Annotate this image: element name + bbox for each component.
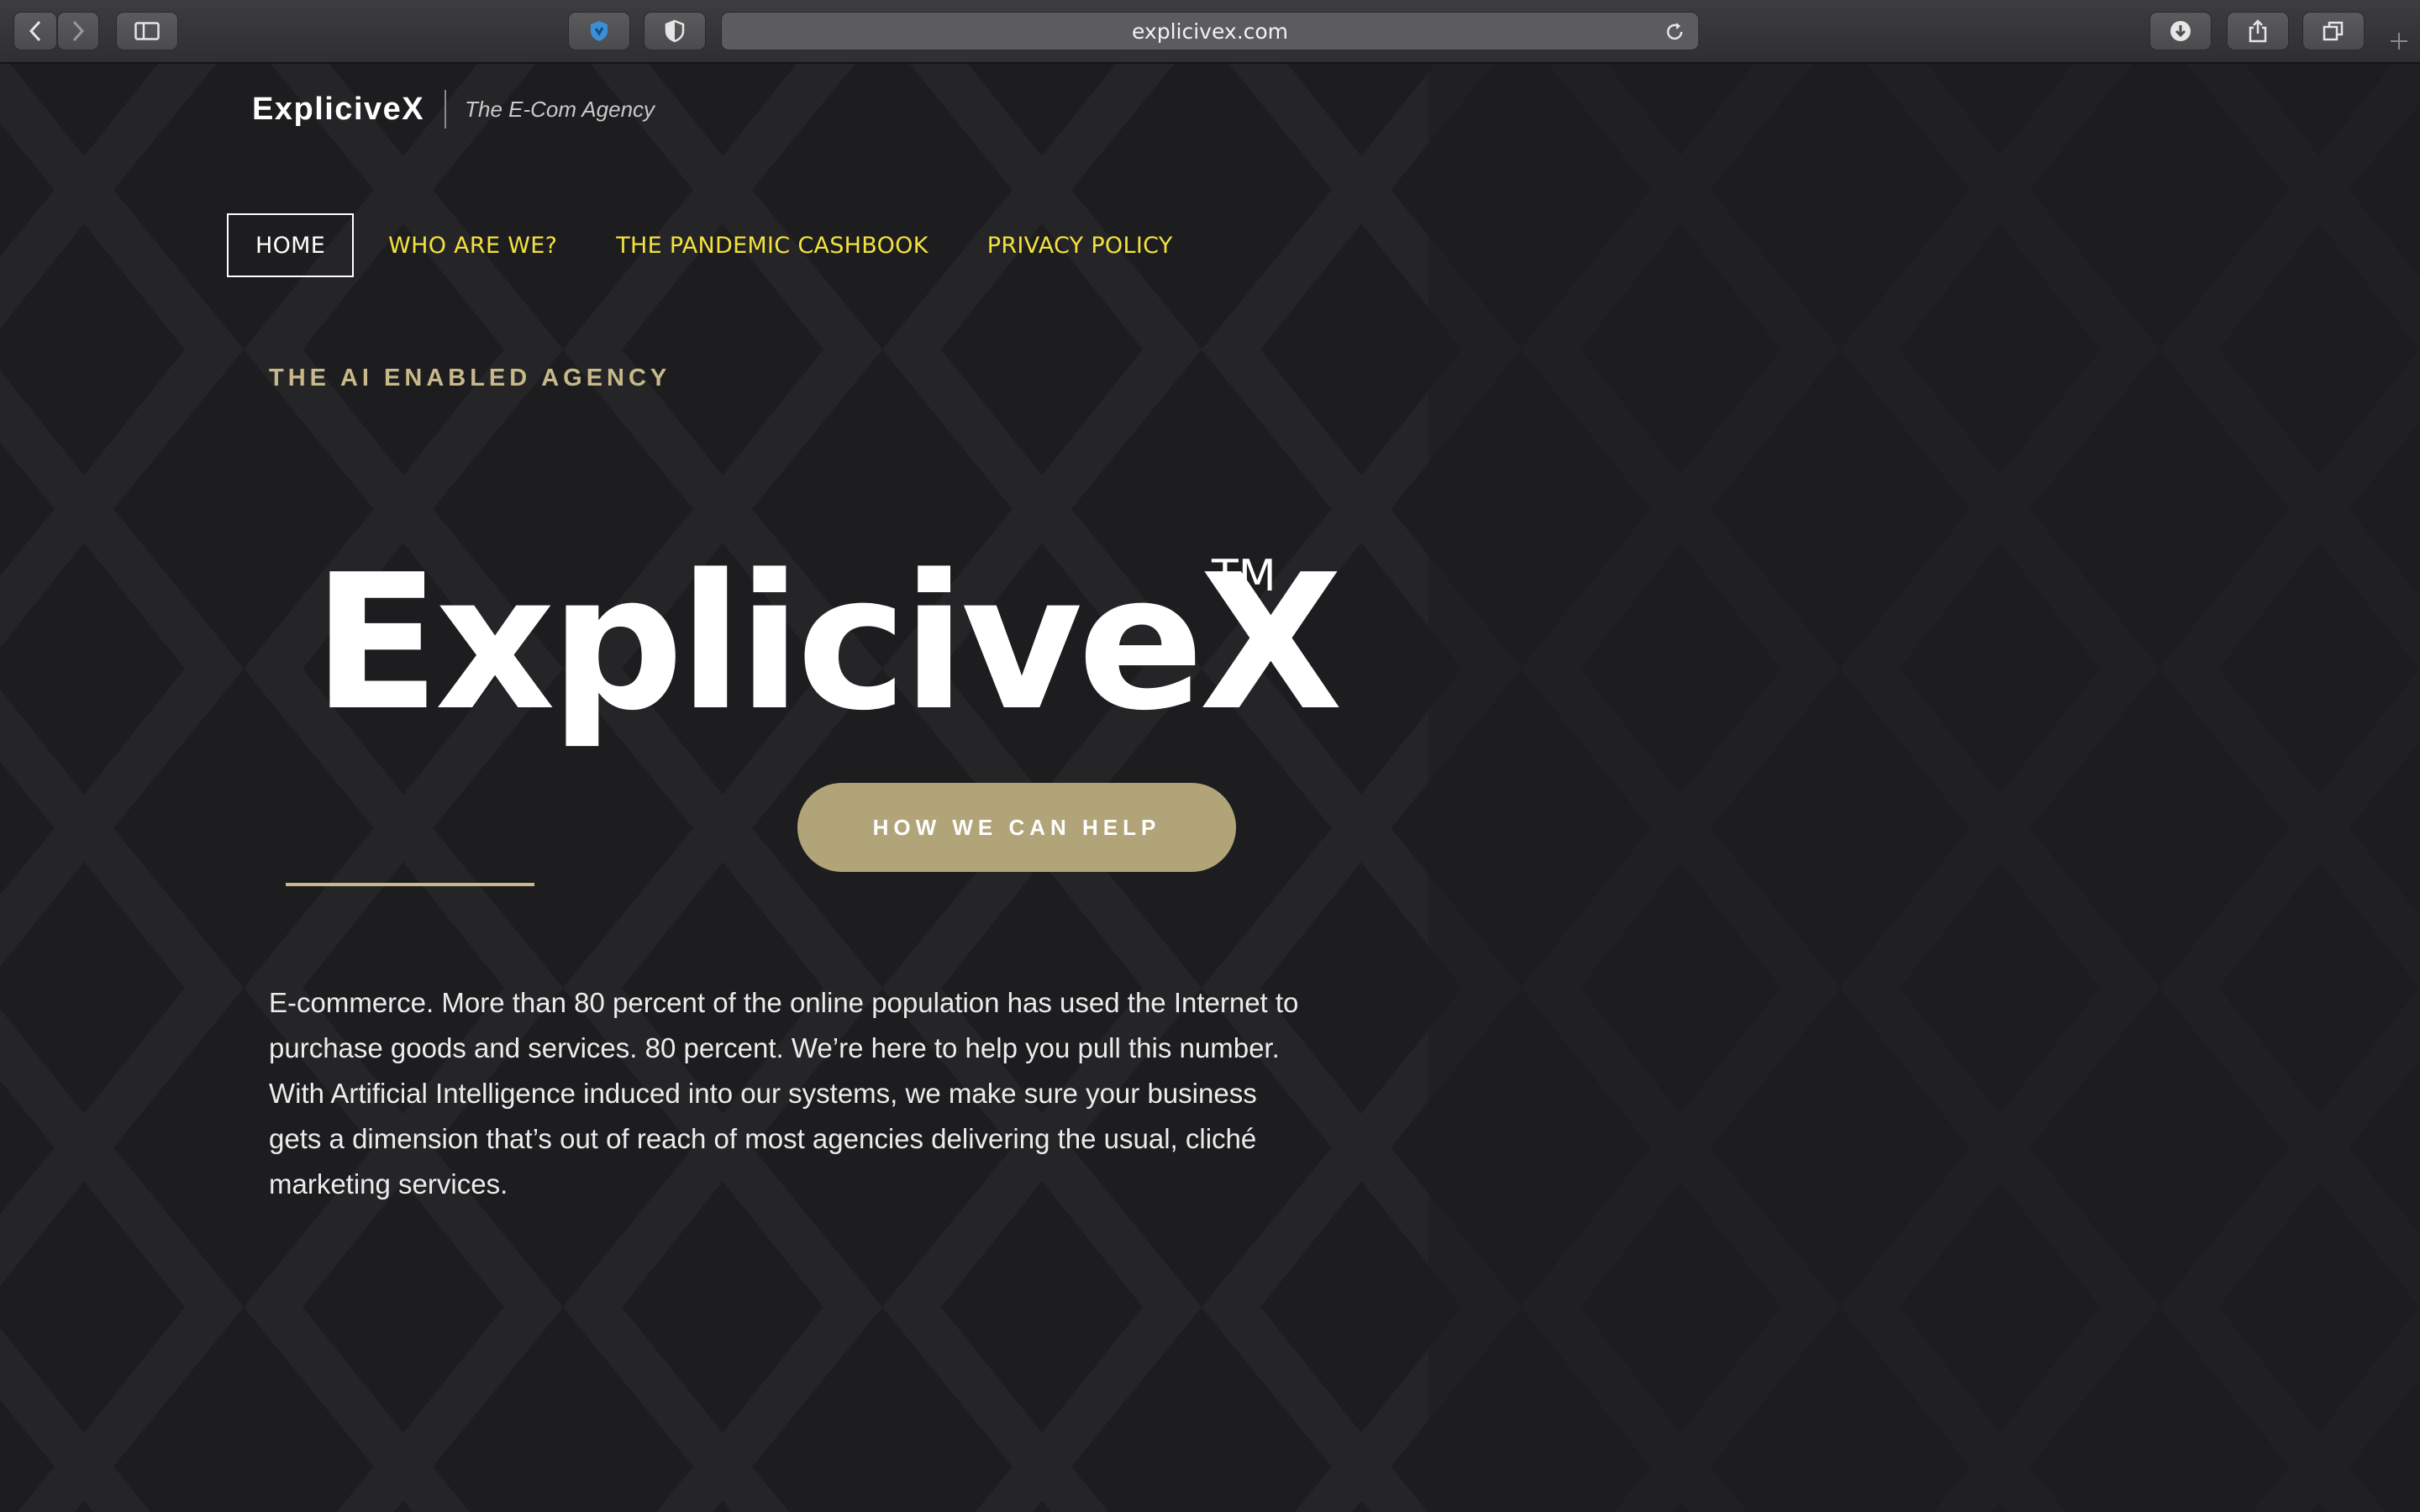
back-button[interactable] — [13, 12, 57, 50]
reload-icon[interactable] — [1663, 20, 1686, 44]
hero-logo-text: ExplicivеX — [313, 535, 1343, 752]
site-name: ExplicivеX — [252, 91, 425, 127]
site-tagline: The E-Com Agency — [465, 96, 655, 122]
downloads-button[interactable] — [2149, 12, 2212, 50]
address-bar[interactable]: explicivex.com — [721, 12, 1699, 50]
extension-shield-icon — [591, 21, 608, 41]
share-button[interactable] — [2227, 12, 2289, 50]
extension-button[interactable] — [568, 12, 630, 50]
hero-eyebrow: THE AI ENABLED AGENCY — [269, 365, 671, 391]
browser-toolbar: explicivex.com — [0, 0, 2420, 64]
tabs-icon — [2323, 21, 2344, 41]
new-tab-button[interactable] — [2378, 20, 2420, 62]
url-text: explicivex.com — [1131, 18, 1289, 44]
trademark-mark: TM — [1212, 551, 1276, 601]
tabs-overview-button[interactable] — [2302, 12, 2365, 50]
back-icon — [29, 20, 41, 42]
nav-item-privacy-policy[interactable]: PRIVACY POLICY — [958, 213, 1202, 277]
forward-button[interactable] — [57, 12, 99, 50]
share-icon — [2249, 19, 2267, 43]
site-brand[interactable]: ExplicivеX The E-Com Agency — [252, 89, 655, 129]
new-tab-icon — [2391, 33, 2407, 50]
privacy-shield-icon — [665, 19, 685, 43]
nav-item-home[interactable]: HOME — [227, 213, 355, 277]
how-we-can-help-button[interactable]: HOW WE CAN HELP — [797, 783, 1236, 872]
brand-divider — [445, 90, 447, 129]
privacy-button[interactable] — [644, 12, 706, 50]
nav-item-pandemic-cashbook[interactable]: THE PANDEMIC CASHBOOK — [587, 213, 958, 277]
main-nav: HOME WHO ARE WE? THE PANDEMIC CASHBOOK P… — [227, 213, 1202, 277]
sidebar-button[interactable] — [116, 12, 178, 50]
web-page: ExplicivеX The E-Com Agency HOME WHO ARE… — [0, 64, 2420, 1512]
sidebar-icon — [134, 22, 160, 40]
forward-icon — [72, 20, 85, 42]
intro-paragraph: E-commerce. More than 80 percent of the … — [269, 987, 1299, 1200]
download-icon — [2170, 21, 2191, 41]
nav-item-who-are-we[interactable]: WHO ARE WE? — [359, 213, 587, 277]
gold-divider — [286, 883, 534, 886]
hero-logo: ExplicivеX TM — [313, 484, 1343, 803]
